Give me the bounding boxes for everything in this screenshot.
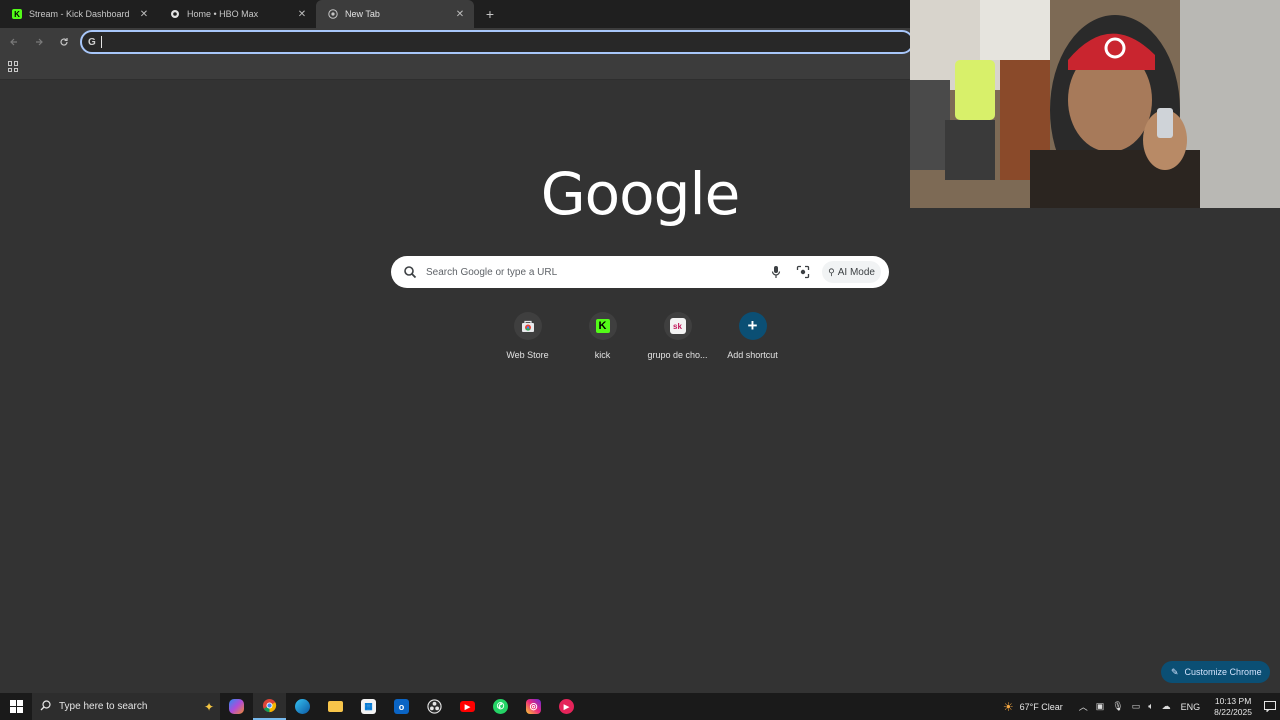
browser-toolbar: G <box>0 28 914 56</box>
hbo-icon <box>170 9 180 19</box>
forward-button[interactable] <box>28 31 50 53</box>
shortcut-label: Web Store <box>506 350 549 360</box>
clock[interactable]: 10:13 PM 8/22/2025 <box>1214 696 1252 718</box>
weather-widget[interactable]: ☀ 67°F Clear <box>1003 700 1063 714</box>
screen: K Stream - Kick Dashboard ✕ Home • HBO M… <box>0 0 1280 720</box>
address-bar[interactable]: G <box>80 30 914 54</box>
youtube-icon[interactable]: ▶ <box>451 693 484 720</box>
reload-button[interactable] <box>53 31 75 53</box>
cloud-icon[interactable]: ☁ <box>1162 701 1171 712</box>
taskbar-search[interactable]: Type here to search ✦ <box>32 693 220 720</box>
clock-time: 10:13 PM <box>1214 695 1252 706</box>
media-player-icon[interactable]: ▶ <box>550 693 583 720</box>
reload-icon <box>60 38 68 46</box>
shortcut-kick[interactable]: K kick <box>565 312 640 360</box>
weather-icon: ☀ <box>1002 699 1014 714</box>
shortcuts-row: Web Store K kick sk grupo de cho... + Ad… <box>490 312 790 360</box>
arrow-left-icon <box>10 38 17 46</box>
edge-icon[interactable] <box>286 693 319 720</box>
language-indicator[interactable]: ENG <box>1181 702 1201 712</box>
shortcut-label: kick <box>594 350 611 360</box>
obs-icon[interactable] <box>418 693 451 720</box>
volume-icon[interactable]: 🔈︎ <box>1148 701 1153 712</box>
clock-date: 8/22/2025 <box>1214 706 1252 717</box>
instagram-icon[interactable]: ◎ <box>517 693 550 720</box>
close-icon[interactable]: ✕ <box>138 9 150 20</box>
sk-icon: sk <box>669 318 686 334</box>
apps-icon[interactable] <box>8 61 19 72</box>
shortcut-label: Add shortcut <box>727 350 778 360</box>
chrome-icon[interactable] <box>253 693 286 720</box>
windows-taskbar: Type here to search ✦ ▦ o ▶ ✆ ◎ ▶ ☀ 67°F… <box>0 693 1280 720</box>
tab-kick-dashboard[interactable]: K Stream - Kick Dashboard ✕ <box>0 0 158 28</box>
copilot-icon[interactable] <box>220 693 253 720</box>
chevron-up-icon[interactable]: ︿ <box>1079 700 1088 713</box>
kick-icon: K <box>595 319 610 333</box>
kick-icon: K <box>12 9 22 19</box>
tray-app-icon[interactable]: ▣ <box>1096 701 1105 712</box>
shortcut-label: grupo de cho... <box>647 350 708 360</box>
ai-mode-button[interactable]: ⚲ AI Mode <box>822 261 881 283</box>
whatsapp-icon[interactable]: ✆ <box>484 693 517 720</box>
mic-icon[interactable] <box>767 263 785 281</box>
notification-icon[interactable] <box>1260 701 1280 712</box>
shortcut-grupo[interactable]: sk grupo de cho... <box>640 312 715 360</box>
plus-icon: + <box>738 312 767 340</box>
shortcut-web-store[interactable]: Web Store <box>490 312 565 360</box>
file-explorer-icon[interactable] <box>319 693 352 720</box>
bookmarks-bar <box>0 56 910 80</box>
tab-new-tab[interactable]: New Tab ✕ <box>316 0 474 28</box>
close-icon[interactable]: ✕ <box>454 9 466 20</box>
tab-title: Stream - Kick Dashboard <box>29 9 130 19</box>
outlook-icon[interactable]: o <box>385 693 418 720</box>
start-button[interactable] <box>0 693 32 720</box>
tab-strip: K Stream - Kick Dashboard ✕ Home • HBO M… <box>0 0 910 28</box>
google-logo: Google <box>540 160 741 228</box>
network-icon[interactable]: ▭ <box>1132 701 1141 712</box>
microsoft-store-icon[interactable]: ▦ <box>352 693 385 720</box>
search-box[interactable]: Search Google or type a URL ⚲ AI Mode <box>391 256 889 288</box>
close-icon[interactable]: ✕ <box>296 9 308 20</box>
tab-title: Home • HBO Max <box>187 9 259 19</box>
tab-title: New Tab <box>345 9 380 19</box>
pencil-icon: ✎ <box>1171 666 1179 677</box>
new-tab-button[interactable]: + <box>480 4 500 24</box>
tab-hbo-max[interactable]: Home • HBO Max ✕ <box>158 0 316 28</box>
web-store-icon <box>513 312 542 340</box>
arrow-right-icon <box>36 38 43 46</box>
taskbar-search-placeholder: Type here to search <box>59 701 148 712</box>
back-button[interactable] <box>3 31 25 53</box>
weather-text: 67°F Clear <box>1019 701 1063 712</box>
customize-chrome-label: Customize Chrome <box>1184 667 1262 677</box>
microphone-icon[interactable]: 🎙︎ <box>1112 701 1123 712</box>
chrome-icon <box>328 9 338 19</box>
google-g-icon: G <box>88 36 96 48</box>
search-icon <box>40 699 51 714</box>
windows-icon <box>9 700 23 713</box>
search-input[interactable]: Search Google or type a URL <box>426 267 758 278</box>
google-lens-icon[interactable] <box>794 263 812 281</box>
add-shortcut-button[interactable]: + Add shortcut <box>715 312 790 360</box>
system-tray: ☀ 67°F Clear ︿ ▣ 🎙︎ ▭ 🔈︎ ☁ ENG 10:13 PM … <box>1003 693 1280 720</box>
ai-mode-label: AI Mode <box>837 266 875 278</box>
search-icon <box>404 266 417 279</box>
text-caret <box>100 36 102 48</box>
ai-search-icon: ⚲ <box>828 266 835 277</box>
customize-chrome-button[interactable]: ✎ Customize Chrome <box>1161 661 1270 683</box>
search-highlight-icon: ✦ <box>203 699 214 714</box>
